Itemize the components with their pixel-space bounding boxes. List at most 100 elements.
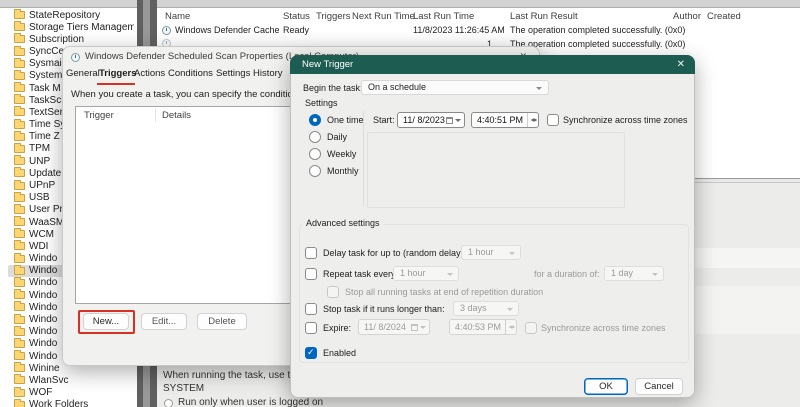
schedule-option-daily[interactable]: Daily bbox=[309, 130, 347, 143]
folder-icon bbox=[14, 57, 25, 68]
radio-label: One time bbox=[327, 114, 364, 125]
tree-item-label: Windo bbox=[29, 326, 58, 338]
stop-all-tasks-checkbox[interactable] bbox=[327, 286, 339, 298]
radio-icon[interactable] bbox=[309, 130, 321, 143]
tree-item[interactable]: WlanSvc bbox=[8, 374, 134, 386]
tree-item-label: Sysmai bbox=[29, 58, 62, 70]
start-time-spinner[interactable]: 4:40:51 PM bbox=[471, 112, 539, 128]
tree-item-label: Update bbox=[29, 167, 62, 179]
folder-icon bbox=[14, 21, 25, 32]
schedule-option-one-time[interactable]: One time bbox=[309, 113, 364, 126]
edit-trigger-button[interactable]: Edit... bbox=[141, 313, 187, 330]
column-header[interactable]: Name bbox=[165, 11, 190, 22]
tab-actions[interactable]: Actions bbox=[134, 68, 165, 79]
ok-button[interactable]: OK bbox=[584, 378, 628, 395]
schedule-option-weekly[interactable]: Weekly bbox=[309, 147, 356, 160]
expire-date-value: 11/ 8/2024 bbox=[364, 322, 406, 332]
tree-item-label: WDI bbox=[29, 240, 49, 252]
folder-icon bbox=[14, 179, 25, 190]
column-header[interactable]: Next Run Time bbox=[352, 11, 415, 22]
enabled-checkbox[interactable] bbox=[305, 347, 317, 359]
new-trigger-title: New Trigger bbox=[302, 59, 354, 70]
tree-item[interactable]: Storage Tiers Managemen bbox=[8, 21, 134, 33]
tree-item-label: Windo bbox=[29, 289, 58, 301]
delete-trigger-button[interactable]: Delete bbox=[197, 313, 247, 330]
tree-item[interactable]: StateRepository bbox=[8, 9, 134, 21]
repeat-interval-dropdown[interactable]: 1 hour bbox=[393, 266, 459, 281]
column-header[interactable]: Created bbox=[707, 11, 741, 22]
repeat-task-checkbox[interactable] bbox=[305, 268, 317, 280]
tree-item-label: TPM bbox=[29, 143, 51, 155]
tab-settings[interactable]: Settings bbox=[216, 68, 250, 79]
task-row-name[interactable]: Windows Defender Cache Mai... bbox=[175, 25, 279, 35]
folder-icon bbox=[14, 386, 25, 397]
trigger-column-header[interactable]: Trigger bbox=[84, 110, 114, 121]
radio-icon[interactable] bbox=[309, 147, 321, 160]
logged-on-radio-label: Run only when user is logged on bbox=[178, 397, 324, 407]
expire-label: Expire: bbox=[323, 323, 352, 333]
tab-triggers[interactable]: Triggers bbox=[99, 68, 137, 79]
tree-item[interactable]: WOF bbox=[8, 386, 134, 399]
expire-checkbox[interactable] bbox=[305, 322, 317, 334]
tree-item-label: WOF bbox=[29, 387, 53, 399]
calendar-icon bbox=[411, 324, 418, 331]
radio-icon[interactable] bbox=[309, 113, 321, 126]
expire-date-picker[interactable]: 11/ 8/2024 bbox=[358, 319, 430, 335]
tree-item-label: Windo bbox=[29, 277, 58, 289]
folder-icon bbox=[14, 374, 25, 385]
tree-item-label: Winine bbox=[29, 362, 60, 374]
stop-task-checkbox[interactable] bbox=[305, 303, 317, 315]
folder-icon bbox=[14, 155, 25, 166]
new-trigger-dialog: New Trigger ✕ Begin the task: On a sched… bbox=[290, 55, 695, 398]
folder-icon bbox=[14, 276, 25, 287]
folder-icon bbox=[14, 337, 25, 348]
begin-task-dropdown[interactable]: On a schedule bbox=[361, 80, 549, 95]
tree-item-label: Windo bbox=[29, 265, 58, 277]
column-header[interactable]: Triggers bbox=[316, 11, 351, 22]
folder-icon bbox=[14, 264, 25, 275]
spinner-arrows-icon[interactable] bbox=[527, 113, 538, 127]
task-row-last-run-time: 11/8/2023 11:26:45 AM bbox=[413, 25, 505, 35]
expire-time-value: 4:40:53 PM bbox=[455, 322, 502, 332]
spinner-arrows-icon[interactable] bbox=[505, 320, 516, 334]
schedule-option-monthly[interactable]: Monthly bbox=[309, 164, 359, 177]
close-icon[interactable]: ✕ bbox=[677, 55, 685, 74]
cancel-button[interactable]: Cancel bbox=[635, 378, 683, 395]
stop-task-label: Stop task if it runs longer than: bbox=[323, 304, 445, 314]
column-header[interactable]: Last Run Time bbox=[413, 11, 474, 22]
tree-item-label: Windo bbox=[29, 350, 58, 362]
tree-item-label: SyncCe bbox=[29, 46, 65, 58]
delay-task-dropdown[interactable]: 1 hour bbox=[461, 245, 521, 260]
column-header[interactable]: Status bbox=[283, 11, 310, 22]
tree-item-label: Windo bbox=[29, 338, 58, 350]
details-column-header[interactable]: Details bbox=[162, 110, 191, 121]
column-divider bbox=[155, 109, 156, 122]
tree-item[interactable]: Work Folders bbox=[8, 398, 134, 407]
expire-sync-checkbox[interactable] bbox=[525, 322, 537, 334]
expire-sync-label: Synchronize across time zones bbox=[541, 323, 666, 333]
column-header[interactable]: Last Run Result bbox=[510, 11, 578, 22]
folder-icon bbox=[14, 350, 25, 361]
stop-task-dropdown[interactable]: 3 days bbox=[453, 301, 519, 316]
tab-history[interactable]: History bbox=[253, 68, 283, 79]
tree-item[interactable]: Subscription bbox=[8, 33, 134, 45]
dialog-clock-icon bbox=[71, 53, 80, 62]
expire-time-spinner[interactable]: 4:40:53 PM bbox=[449, 319, 517, 335]
sync-timezones-checkbox[interactable] bbox=[547, 114, 559, 126]
tree-item-label: User Pr bbox=[29, 204, 63, 216]
begin-task-label: Begin the task: bbox=[303, 83, 363, 93]
radio-icon[interactable] bbox=[309, 164, 321, 177]
delay-task-checkbox[interactable] bbox=[305, 247, 317, 259]
column-header[interactable]: Author bbox=[673, 11, 701, 22]
tree-item-label: USB bbox=[29, 192, 50, 204]
logged-on-radio[interactable] bbox=[164, 399, 173, 407]
tree-item-label: Time Z bbox=[29, 131, 60, 143]
tree-item-label: System bbox=[29, 70, 63, 82]
tab-conditions[interactable]: Conditions bbox=[168, 68, 213, 79]
repeat-task-label: Repeat task every: bbox=[323, 269, 399, 279]
tab-general[interactable]: General bbox=[66, 68, 100, 79]
new-trigger-titlebar: New Trigger ✕ bbox=[290, 55, 695, 74]
tree-item-label: Task M bbox=[29, 82, 61, 94]
duration-dropdown[interactable]: 1 day bbox=[604, 266, 664, 281]
start-date-picker[interactable]: 11/ 8/2023 bbox=[397, 112, 465, 128]
